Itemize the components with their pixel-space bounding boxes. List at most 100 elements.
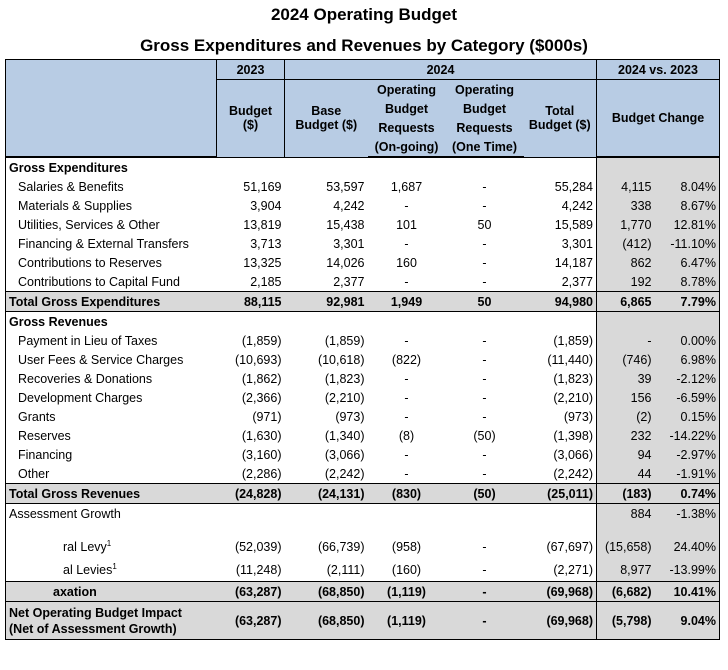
cell-onetime: - (445, 581, 524, 602)
cell-total: (2,210) (523, 388, 597, 407)
row-label: Development Charges (18, 390, 143, 405)
cell-base: (24,131) (284, 483, 368, 504)
cell-pct: 8.04% (654, 177, 720, 196)
table-row: Recoveries & Donations (1,862) (1,823) - - (1… (6, 369, 720, 388)
header-ongoing-l4: (On-going) (367, 137, 446, 157)
cell-ongoing: (830) (367, 483, 446, 504)
cell-total: (3,066) (523, 445, 597, 464)
row-label: Materials & Supplies (18, 198, 132, 213)
row-label: Payment in Lieu of Taxes (18, 333, 158, 348)
budget-table: 2023 2024 2024 vs. 2023 Budget ($) Base Bu… (5, 59, 720, 640)
cell-2023: 3,904 (250, 198, 282, 213)
cell-ongoing: 1,687 (390, 179, 423, 194)
cell-change: - (596, 331, 655, 350)
cell-2023: (24,828) (216, 483, 285, 504)
cell-onetime: - (482, 179, 487, 194)
cell-onetime: - (482, 562, 487, 577)
row-label: Net Operating Budget Impact (Net of Asses… (9, 605, 182, 636)
cell-pct: 8.67% (654, 196, 720, 215)
header-blank (5, 59, 217, 157)
cell-change: (5,798) (611, 613, 652, 628)
header-onetime-l2: Budget (445, 99, 524, 118)
row-label: Utilities, Services & Other (18, 217, 160, 232)
cell-2023: (63,287) (234, 613, 282, 628)
cell-total: (25,011) (523, 483, 597, 504)
cell-onetime: (50) (445, 483, 524, 504)
cell-pct: -6.59% (654, 388, 720, 407)
cell-change: 884 (596, 503, 655, 536)
cell-total: 15,589 (523, 215, 597, 234)
table-row: Utilities, Services & Other 13,819 15,438 1… (6, 215, 720, 234)
cell-ongoing: - (404, 409, 409, 424)
cell-onetime: - (482, 613, 487, 628)
cell-onetime: - (482, 352, 487, 367)
cell-onetime: - (482, 274, 487, 289)
net-impact-row: Net Operating Budget Impact (Net of Asses… (5, 601, 720, 640)
section-gross-revenues: Gross Revenues (9, 314, 108, 329)
cell-onetime: - (482, 371, 487, 386)
cell-onetime: - (482, 236, 487, 251)
cell-change: (15,658) (596, 535, 655, 559)
cell-onetime: - (482, 409, 487, 424)
cell-change: 4,115 (596, 177, 655, 196)
cell-base: 2,377 (333, 274, 365, 289)
cell-change: 862 (596, 253, 655, 272)
cell-pct: -1.38% (654, 503, 720, 536)
section-gross-expenditures: Gross Expenditures (9, 160, 128, 175)
table-row: Financing (3,160) (3,066) - - (3,066) 94 -2.97% (6, 445, 720, 464)
cell-onetime: - (482, 447, 487, 462)
cell-pct: 6.98% (654, 350, 720, 369)
cell-pct: -13.99% (654, 558, 720, 582)
cell-base: 3,301 (333, 236, 365, 251)
row-label: al Levies1 (63, 562, 117, 578)
table-row: Materials & Supplies 3,904 4,242- -4,242 338… (6, 196, 720, 215)
cell-change: 6,865 (596, 291, 655, 312)
row-label: Total Gross Revenues (5, 483, 217, 504)
cell-ongoing: - (404, 371, 409, 386)
cell-pct: 6.47% (654, 253, 720, 272)
cell-2023: (1,630) (241, 428, 282, 443)
cell-total: (1,823) (523, 369, 597, 388)
cell-pct: -2.12% (654, 369, 720, 388)
header-total-budget: Total Budget ($) (523, 79, 597, 157)
cell-pct: 0.15% (654, 407, 720, 426)
row-label: ral Levy1 (63, 539, 112, 555)
cell-2023: (971) (252, 409, 282, 424)
cell-onetime: 50 (477, 217, 492, 232)
cell-ongoing: - (404, 236, 409, 251)
cell-change: 1,770 (596, 215, 655, 234)
cell-change: 44 (596, 464, 655, 484)
cell-total: (67,697) (523, 535, 597, 559)
cell-total: 94,980 (523, 291, 597, 312)
total-gross-revenues-row: Total Gross Revenues (24,828) (24,131) (… (5, 483, 720, 504)
cell-2023: 13,325 (243, 255, 282, 270)
cell-2023: 3,713 (250, 236, 282, 251)
row-label: Total Gross Expenditures (5, 291, 217, 312)
assessment-growth-row: Assessment Growth 884 -1.38% (6, 503, 720, 536)
page-title: 2024 Operating Budget (270, 5, 458, 24)
cell-ongoing: (1,119) (387, 613, 426, 628)
cell-change: (746) (596, 350, 655, 369)
cell-pct: 0.00% (654, 331, 720, 350)
cell-base: 15,438 (326, 217, 365, 232)
cell-2023: (11,248) (235, 562, 282, 577)
cell-change: 94 (596, 445, 655, 464)
row-label: axation (5, 581, 217, 602)
header-onetime-l4: (One Time) (445, 137, 524, 157)
cell-change: 39 (596, 369, 655, 388)
table-row: ral Levy1 (52,039) (66,739) (958) - (67,697)(… (6, 535, 720, 559)
cell-pct: 12.81% (654, 215, 720, 234)
table-row: Financing & External Transfers 3,713 3,301… (6, 234, 720, 253)
cell-2023: (1,862) (241, 371, 282, 386)
cell-ongoing: - (404, 390, 409, 405)
table-row: Contributions to Capital Fund 2,185 2,377 -… (6, 272, 720, 292)
cell-ongoing: (822) (391, 352, 422, 367)
cell-2023: (1,859) (241, 333, 282, 348)
cell-2023: (63,287) (216, 581, 285, 602)
table-row: Salaries & Benefits 51,169 53,597 1,687 - 55,… (6, 177, 720, 196)
table-row: Payment in Lieu of Taxes (1,859) (1,859) - -… (6, 331, 720, 350)
cell-ongoing: - (404, 466, 409, 481)
cell-total: (69,968) (523, 601, 597, 640)
cell-2023: 51,169 (243, 179, 282, 194)
header-vs: 2024 vs. 2023 (596, 59, 720, 80)
